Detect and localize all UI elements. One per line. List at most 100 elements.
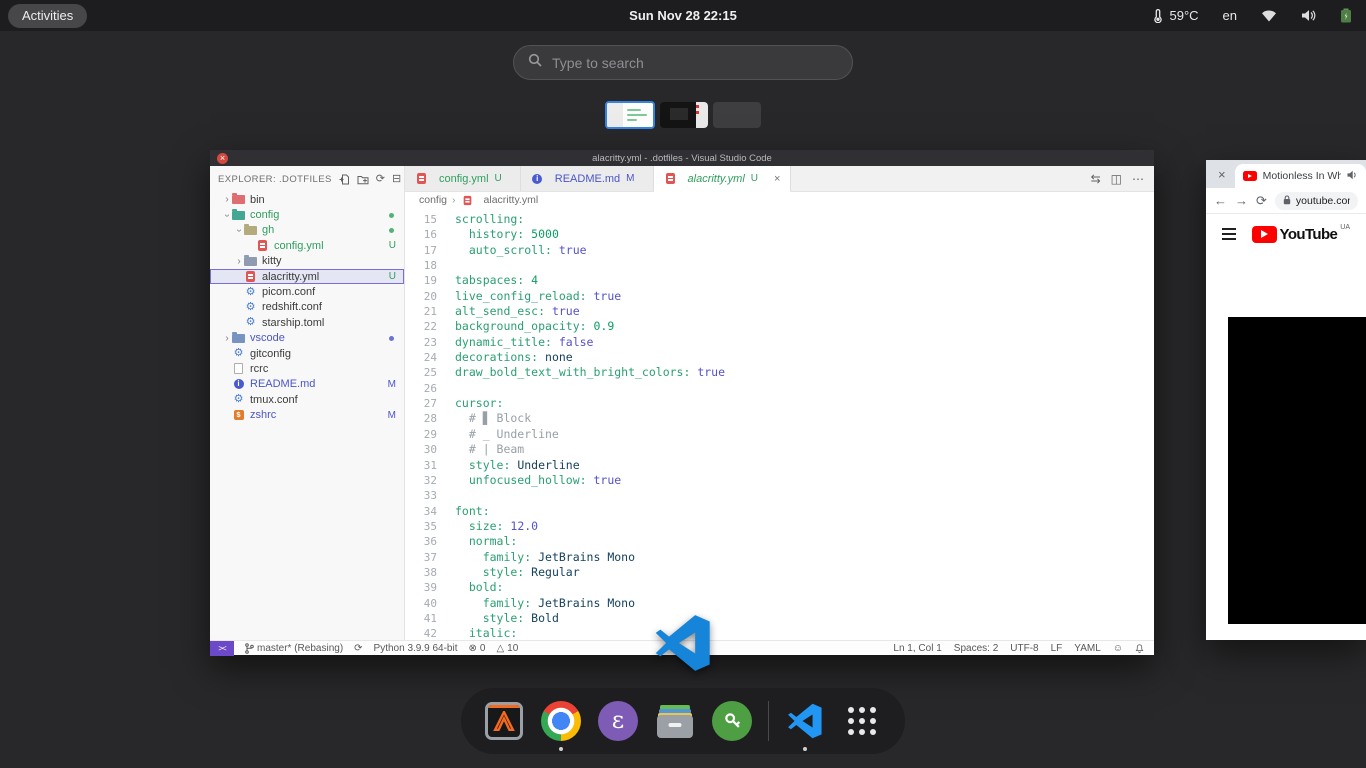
line-content: decorations: none xyxy=(443,350,573,365)
tree-item-config.yml[interactable]: config.ymlU xyxy=(210,238,404,253)
sync-icon: ⟳ xyxy=(354,643,362,654)
youtube-logo[interactable]: YouTube UA xyxy=(1252,226,1350,243)
sync-button[interactable]: ⟳ xyxy=(354,643,362,654)
refresh-icon[interactable]: ⟳ xyxy=(376,174,385,185)
line-content: bold: xyxy=(443,580,503,595)
errors-count[interactable]: ⊗0 xyxy=(469,643,486,654)
tree-item-starship.toml[interactable]: ⚙starship.toml xyxy=(210,315,404,330)
tab-config.yml[interactable]: config.ymlU xyxy=(405,166,521,191)
open-changes-icon[interactable]: ⇆ xyxy=(1091,172,1101,186)
tree-item-picom.conf[interactable]: ⚙picom.conf xyxy=(210,284,404,299)
tree-item-zshrc[interactable]: $zshrcM xyxy=(210,407,404,422)
search-input[interactable] xyxy=(552,55,838,71)
file-tree: ›bin›config›ghconfig.ymlU›kittyalacritty… xyxy=(210,192,404,640)
encoding[interactable]: UTF-8 xyxy=(1010,643,1038,654)
chrome-window[interactable]: × Motionless In White - / ← → ⟳ youtube.… xyxy=(1206,160,1366,640)
code-editor[interactable]: 15scrolling:16 history: 500017 auto_scro… xyxy=(405,208,1154,640)
wifi-icon[interactable] xyxy=(1261,9,1277,22)
tab-label: README.md xyxy=(555,173,620,185)
battery-charging-icon[interactable] xyxy=(1340,8,1352,23)
line-number: 27 xyxy=(405,396,443,411)
feedback-smiley-icon: ☺ xyxy=(1113,643,1123,654)
line-number: 42 xyxy=(405,626,443,640)
cursor-position[interactable]: Ln 1, Col 1 xyxy=(893,643,941,654)
dock-item-vscode[interactable] xyxy=(784,700,826,742)
split-editor-icon[interactable]: ◫ xyxy=(1111,172,1122,186)
line-number: 38 xyxy=(405,565,443,580)
reload-icon[interactable]: ⟳ xyxy=(1256,193,1267,209)
tree-item-vscode[interactable]: ›vscode xyxy=(210,331,404,346)
tree-item-kitty[interactable]: ›kitty xyxy=(210,254,404,269)
tab-audio-icon[interactable] xyxy=(1347,167,1358,185)
tab-dirty-badge: U xyxy=(495,173,502,184)
line-number: 23 xyxy=(405,335,443,350)
tab-alacritty.yml[interactable]: alacritty.ymlU× xyxy=(654,166,792,192)
breadcrumb[interactable]: config › alacritty.yml xyxy=(405,192,1154,208)
activities-button[interactable]: Activities xyxy=(8,4,87,28)
line-content: family: JetBrains Mono xyxy=(443,596,635,611)
chrome-toolbar: ← → ⟳ youtube.com/wa xyxy=(1206,188,1366,214)
dock-item-emacs[interactable]: ε xyxy=(597,700,639,742)
tree-item-rcrc[interactable]: rcrc xyxy=(210,361,404,376)
line-number: 29 xyxy=(405,427,443,442)
dock-item-files[interactable] xyxy=(654,700,696,742)
yaml-file-icon xyxy=(664,173,677,184)
tree-item-README.md[interactable]: iREADME.mdM xyxy=(210,377,404,392)
back-icon[interactable]: ← xyxy=(1214,193,1227,208)
tree-item-redshift.conf[interactable]: ⚙redshift.conf xyxy=(210,300,404,315)
breadcrumb-file[interactable]: alacritty.yml xyxy=(484,194,539,206)
workspace-vscode[interactable] xyxy=(605,101,655,129)
address-bar[interactable]: youtube.com/wa xyxy=(1275,192,1358,210)
git-branch[interactable]: master* (Rebasing) xyxy=(245,643,343,654)
new-folder-icon[interactable] xyxy=(357,174,369,185)
feedback-button[interactable]: ☺ xyxy=(1113,643,1123,654)
remote-indicator[interactable]: >< xyxy=(210,641,234,656)
keyboard-layout[interactable]: en xyxy=(1223,8,1237,23)
tab-README.md[interactable]: iREADME.mdM xyxy=(521,166,654,191)
new-file-icon[interactable] xyxy=(339,174,350,185)
python-version[interactable]: Python 3.9.9 64-bit xyxy=(374,643,458,654)
line-number: 30 xyxy=(405,442,443,457)
dock-item-keepassxc[interactable] xyxy=(711,700,753,742)
dock-item-chrome[interactable] xyxy=(540,700,582,742)
menu-hamburger-icon[interactable] xyxy=(1222,228,1236,240)
vscode-app-icon[interactable] xyxy=(654,613,712,673)
tree-item-alacritty.yml[interactable]: alacritty.ymlU xyxy=(210,269,404,284)
language-mode[interactable]: YAML xyxy=(1074,643,1101,654)
workspace-youtube[interactable] xyxy=(660,102,708,128)
code-line: 41 style: Bold xyxy=(405,611,1154,626)
video-player[interactable] xyxy=(1228,317,1366,624)
clock[interactable]: Sun Nov 28 22:15 xyxy=(629,8,737,23)
collapse-all-icon[interactable]: ⊟ xyxy=(392,174,401,185)
warnings-count[interactable]: △10 xyxy=(496,643,518,654)
system-status-area[interactable]: 59°C en xyxy=(1153,0,1352,31)
volume-icon[interactable] xyxy=(1301,9,1316,22)
code-line: 34font: xyxy=(405,504,1154,519)
line-number: 34 xyxy=(405,504,443,519)
indentation[interactable]: Spaces: 2 xyxy=(954,643,998,654)
tree-item-gh[interactable]: ›gh xyxy=(210,223,404,238)
search-bar[interactable] xyxy=(513,45,853,80)
notifications-bell[interactable] xyxy=(1135,643,1144,654)
code-line: 32 unfocused_hollow: true xyxy=(405,473,1154,488)
more-actions-icon[interactable]: ⋯ xyxy=(1132,172,1144,186)
vscode-titlebar[interactable]: × alacritty.yml - .dotfiles - Visual Stu… xyxy=(210,150,1154,166)
bell-icon xyxy=(1135,643,1144,654)
eol-sequence[interactable]: LF xyxy=(1051,643,1063,654)
breadcrumb-folder[interactable]: config xyxy=(419,194,447,206)
tab-close-icon[interactable]: × xyxy=(774,173,780,185)
chrome-active-tab[interactable]: Motionless In White - / xyxy=(1235,164,1366,188)
tree-item-gitconfig[interactable]: ⚙gitconfig xyxy=(210,346,404,361)
vscode-window[interactable]: × alacritty.yml - .dotfiles - Visual Stu… xyxy=(210,150,1154,655)
dock-item-app-grid[interactable] xyxy=(841,700,883,742)
workspace-empty[interactable] xyxy=(713,102,761,128)
tree-item-config[interactable]: ›config xyxy=(210,207,404,222)
window-close-button[interactable]: × xyxy=(217,153,228,164)
dock-item-alacritty[interactable] xyxy=(483,700,525,742)
forward-icon[interactable]: → xyxy=(1235,193,1248,208)
line-content: style: Underline xyxy=(443,458,580,473)
tab-close-icon[interactable]: × xyxy=(1206,167,1235,188)
tree-item-tmux.conf[interactable]: ⚙tmux.conf xyxy=(210,392,404,407)
tree-item-bin[interactable]: ›bin xyxy=(210,192,404,207)
code-line: 24decorations: none xyxy=(405,350,1154,365)
